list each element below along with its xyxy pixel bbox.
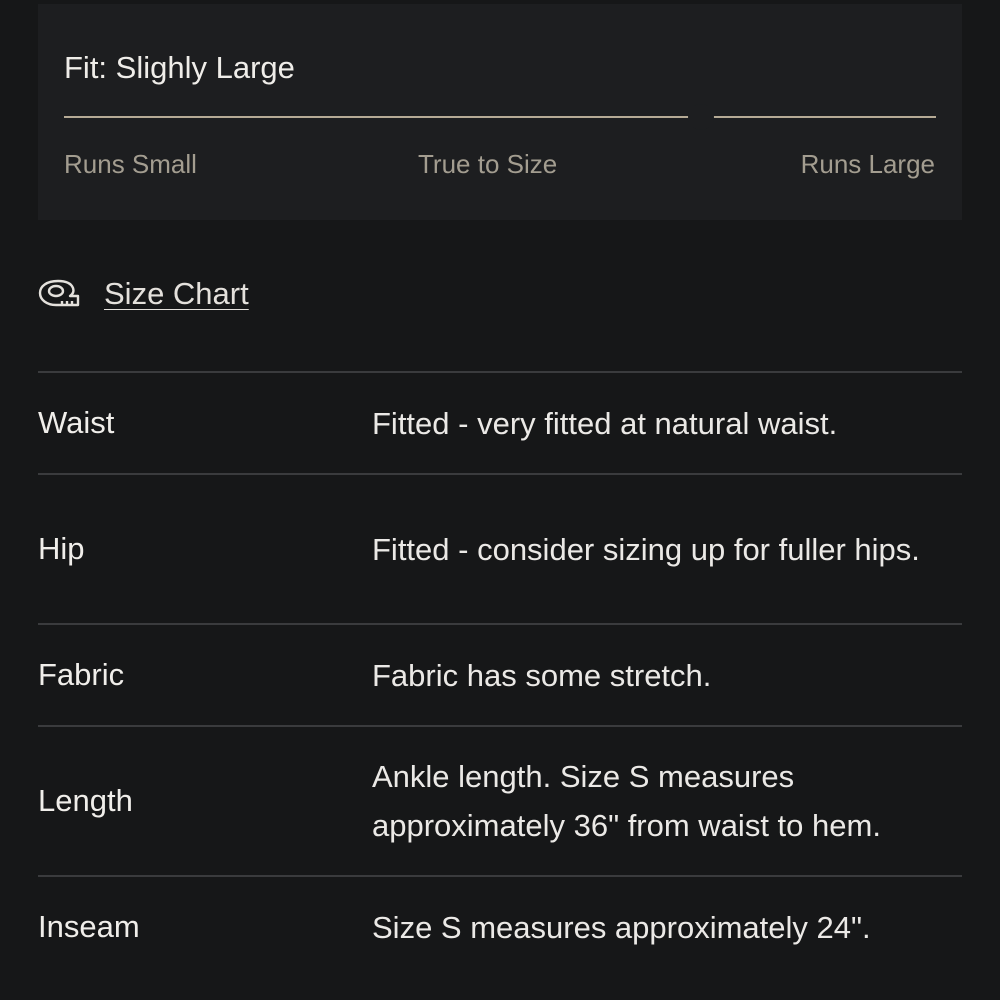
size-chart-link[interactable]: Size Chart <box>38 274 249 314</box>
row-label: Hip <box>38 531 85 566</box>
row-value: Fitted - very fitted at natural waist. <box>372 405 838 441</box>
fit-label-runs-small: Runs Small <box>64 149 197 179</box>
row-value: Fitted - consider sizing up for fuller h… <box>372 531 920 567</box>
measuring-tape-icon <box>38 279 80 307</box>
row-label: Length <box>38 783 133 818</box>
row-label: Fabric <box>38 657 125 692</box>
fit-card: Fit: Slighly Large Runs Small True to Si… <box>38 4 962 220</box>
row-value: Fabric has some stretch. <box>372 657 712 693</box>
fit-details-table: Waist Fitted - very fitted at natural wa… <box>38 371 962 977</box>
fit-title: Fit: Slighly Large <box>64 50 295 85</box>
fit-scale-track <box>64 116 936 118</box>
table-row-fabric: Fabric Fabric has some stretch. <box>38 623 962 725</box>
row-value: Ankle length. Size S measures approximat… <box>372 759 881 843</box>
fit-scale-marker <box>687 104 714 130</box>
fit-label-true-to-size: True to Size <box>418 149 558 179</box>
table-row-inseam: Inseam Size S measures approximately 24"… <box>38 875 962 977</box>
size-chart-label: Size Chart <box>104 276 249 311</box>
fit-details-page: Fit: Slighly Large Runs Small True to Si… <box>0 0 1000 1000</box>
row-label: Inseam <box>38 909 140 944</box>
table-row-waist: Waist Fitted - very fitted at natural wa… <box>38 371 962 473</box>
row-value: Size S measures approximately 24". <box>372 909 871 945</box>
table-row-length: Length Ankle length. Size S measures app… <box>38 725 962 875</box>
fit-label-runs-large: Runs Large <box>800 149 935 179</box>
table-row-hip: Hip Fitted - consider sizing up for full… <box>38 473 962 623</box>
row-label: Waist <box>38 405 115 440</box>
